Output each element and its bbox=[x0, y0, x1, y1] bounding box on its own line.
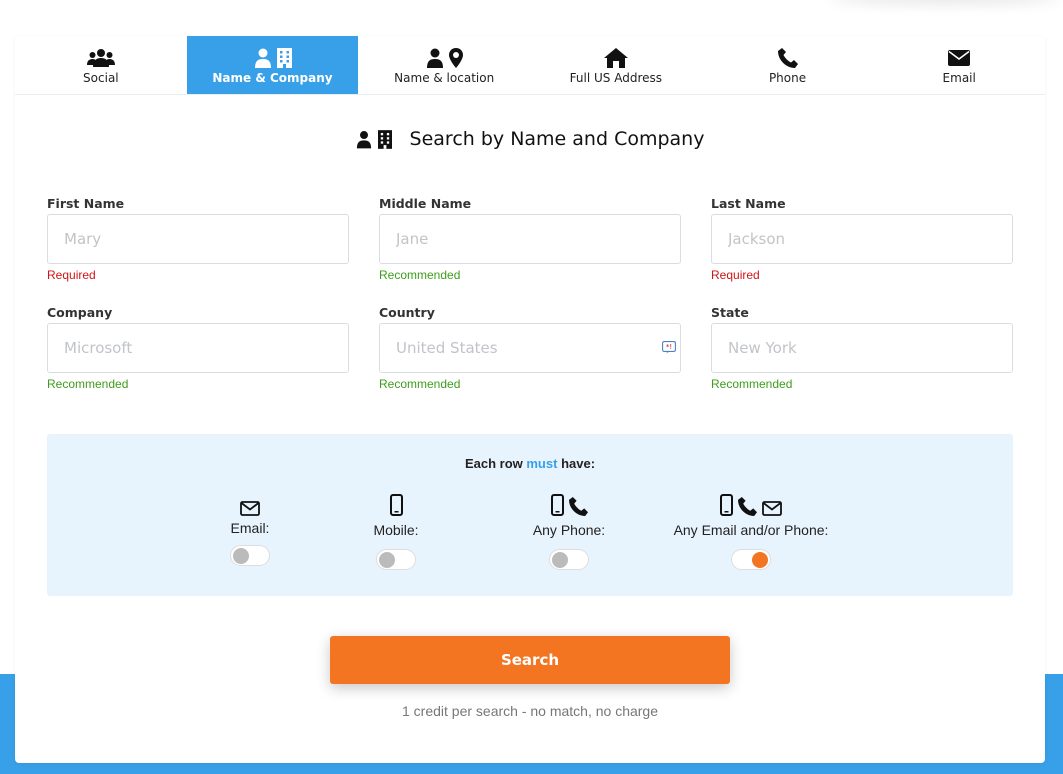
users-icon bbox=[86, 48, 115, 67]
last-name-label: Last Name bbox=[711, 196, 786, 211]
envelope-outline-icon bbox=[240, 501, 260, 516]
tab-name-location[interactable]: Name & location bbox=[358, 36, 530, 94]
filter-any-email-phone-label: Any Email and/or Phone: bbox=[673, 522, 829, 538]
state-group: State Recommended bbox=[711, 304, 1013, 393]
middle-name-input[interactable] bbox=[379, 214, 681, 264]
toggle-knob bbox=[379, 552, 395, 568]
middle-name-hint: Recommended bbox=[379, 268, 461, 282]
building-icon bbox=[276, 47, 292, 68]
last-name-hint: Required bbox=[711, 268, 760, 282]
tab-full-us-address-label: Full US Address bbox=[569, 70, 663, 85]
last-name-input[interactable] bbox=[711, 214, 1013, 264]
envelope-icon bbox=[948, 49, 971, 66]
map-marker-icon bbox=[448, 47, 463, 68]
filter-prefix: Each row bbox=[464, 456, 523, 471]
tab-name-company[interactable]: Name & Company bbox=[186, 36, 359, 94]
toggle-knob bbox=[752, 552, 768, 568]
mobile-toggle[interactable] bbox=[376, 549, 416, 570]
company-input[interactable] bbox=[47, 323, 349, 373]
email-toggle[interactable] bbox=[230, 545, 270, 566]
state-input[interactable] bbox=[711, 323, 1013, 373]
company-group: Company Recommended bbox=[47, 304, 349, 393]
any-phone-toggle[interactable] bbox=[549, 549, 589, 570]
page-title-text: Search by Name and Company bbox=[409, 128, 705, 150]
filter-email: Email: bbox=[230, 492, 270, 566]
toggle-knob bbox=[552, 552, 568, 568]
home-icon bbox=[603, 47, 628, 68]
credit-note: 1 credit per search - no match, no charg… bbox=[401, 703, 659, 719]
search-card: Social Name & Company Name & location Fu… bbox=[15, 36, 1045, 763]
filter-any-phone-label: Any Phone: bbox=[532, 522, 606, 538]
envelope-outline-icon bbox=[762, 501, 782, 516]
last-name-group: Last Name Required bbox=[711, 195, 1013, 284]
any-email-phone-toggle[interactable] bbox=[731, 549, 771, 570]
user-icon bbox=[356, 130, 371, 148]
tab-email[interactable]: Email bbox=[873, 36, 1045, 94]
mobile-icon bbox=[550, 494, 564, 516]
row-filter-panel: Each row must have: Email: Mobile: Any P… bbox=[47, 434, 1013, 596]
country-group: Country *! Recommended bbox=[379, 304, 681, 393]
filter-must: must bbox=[526, 456, 558, 471]
country-hint: Recommended bbox=[379, 377, 461, 391]
toggle-knob bbox=[233, 548, 249, 564]
user-icon bbox=[254, 48, 271, 68]
filter-email-label: Email: bbox=[230, 520, 270, 536]
middle-name-label: Middle Name bbox=[379, 196, 472, 211]
autofill-icon[interactable]: *! bbox=[662, 341, 676, 354]
company-label: Company bbox=[47, 305, 113, 320]
phone-icon bbox=[568, 497, 588, 516]
filter-mobile-label: Mobile: bbox=[373, 522, 419, 538]
filter-title: Each row must have: bbox=[47, 456, 1013, 471]
tab-social[interactable]: Social bbox=[15, 36, 187, 94]
tab-name-company-label: Name & Company bbox=[212, 70, 333, 85]
tab-full-us-address[interactable]: Full US Address bbox=[530, 36, 702, 94]
mobile-icon bbox=[720, 494, 733, 516]
middle-name-group: Middle Name Recommended bbox=[379, 195, 681, 284]
filter-any-phone: Any Phone: bbox=[532, 492, 606, 570]
filter-mobile: Mobile: bbox=[373, 492, 419, 570]
tab-phone[interactable]: Phone bbox=[702, 36, 874, 94]
mobile-icon bbox=[389, 494, 403, 516]
page-title: Search by Name and Company bbox=[15, 127, 1045, 151]
state-hint: Recommended bbox=[711, 377, 793, 391]
country-input[interactable] bbox=[379, 323, 681, 373]
tab-name-location-label: Name & location bbox=[394, 70, 495, 85]
tab-email-label: Email bbox=[942, 70, 976, 85]
building-icon bbox=[377, 129, 392, 149]
first-name-label: First Name bbox=[47, 196, 125, 211]
tab-phone-label: Phone bbox=[768, 70, 807, 85]
country-label: Country bbox=[379, 305, 435, 320]
search-form: First Name Required Middle Name Recommen… bbox=[47, 195, 1013, 413]
first-name-group: First Name Required bbox=[47, 195, 349, 284]
user-icon bbox=[426, 48, 443, 68]
search-tabs: Social Name & Company Name & location Fu… bbox=[15, 36, 1045, 95]
phone-icon bbox=[777, 47, 798, 68]
tab-social-label: Social bbox=[83, 70, 119, 85]
company-hint: Recommended bbox=[47, 377, 129, 391]
search-button[interactable]: Search bbox=[330, 636, 730, 684]
filter-any-email-phone: Any Email and/or Phone: bbox=[671, 492, 831, 570]
first-name-input[interactable] bbox=[47, 214, 349, 264]
first-name-hint: Required bbox=[47, 268, 96, 282]
filter-suffix: have: bbox=[561, 456, 596, 471]
state-label: State bbox=[711, 305, 749, 320]
svg-text:*!: *! bbox=[666, 343, 672, 351]
phone-icon bbox=[738, 497, 757, 516]
